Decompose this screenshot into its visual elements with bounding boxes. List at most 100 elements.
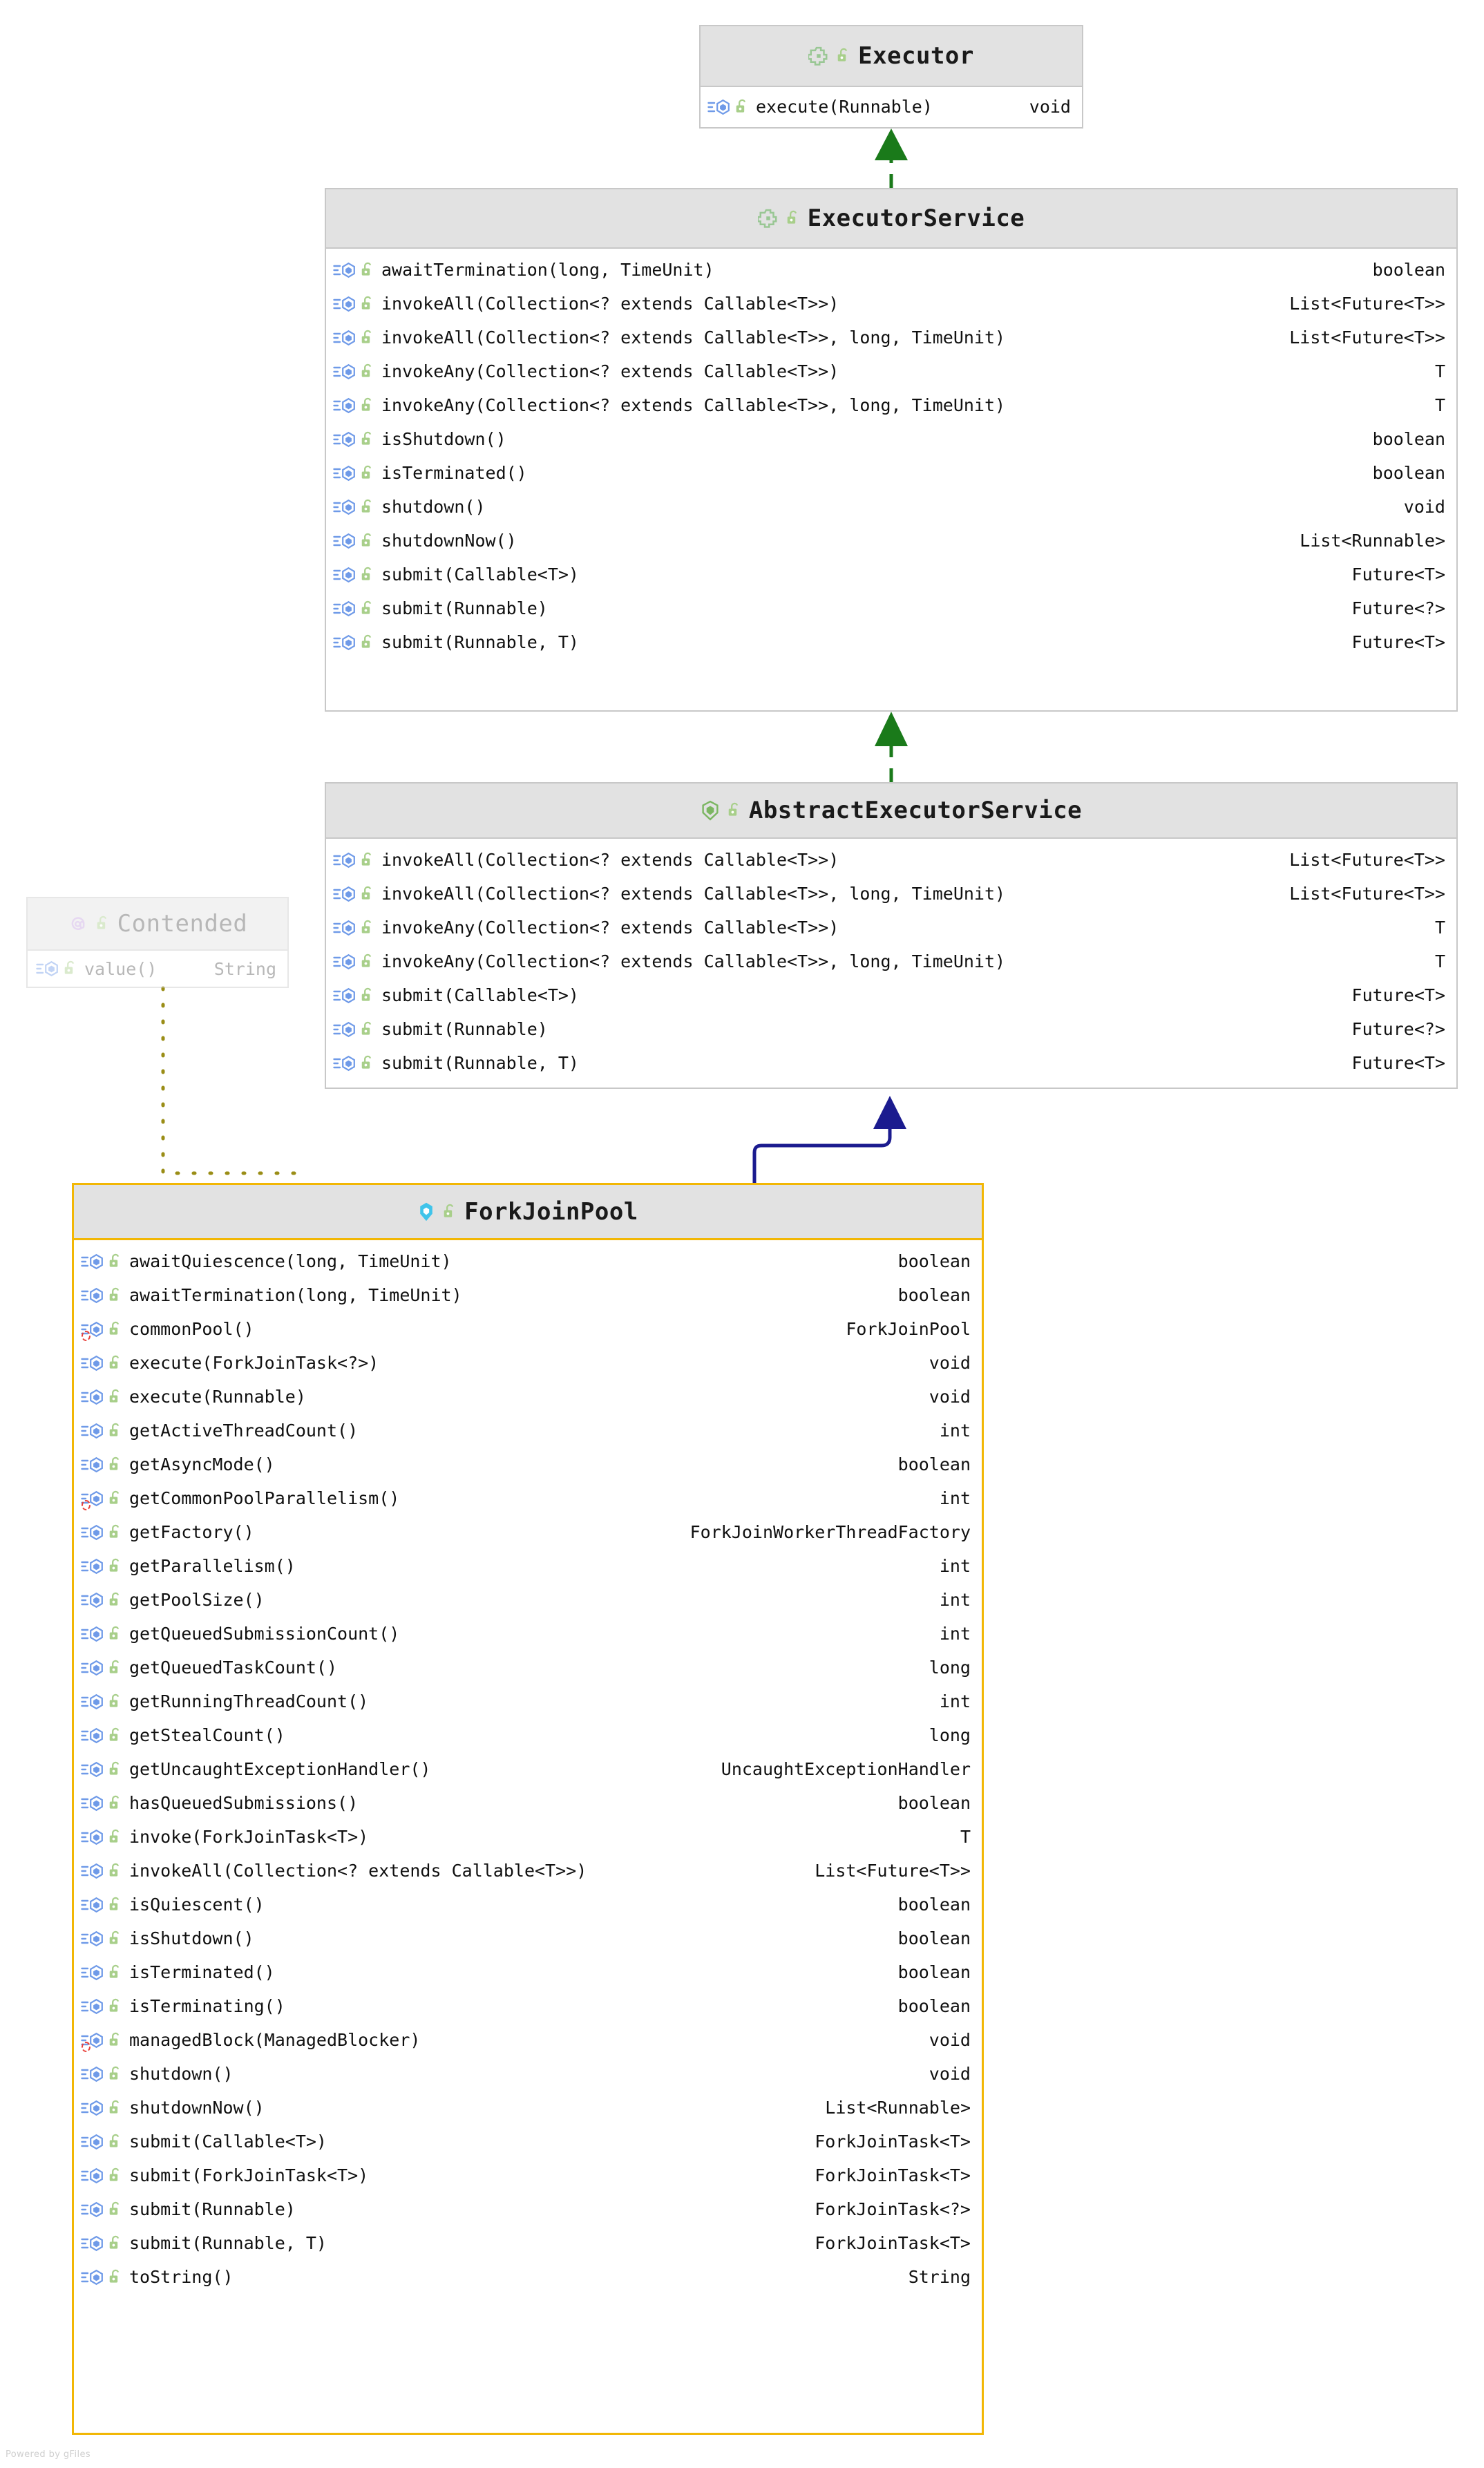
unlock-icon xyxy=(360,633,375,652)
member-row[interactable]: invokeAll(Collection<? extends Callable<… xyxy=(74,1854,982,1888)
member-return-type: int xyxy=(922,1590,971,1610)
member-row[interactable]: invoke(ForkJoinTask<T>)T xyxy=(74,1820,982,1854)
member-return-type: boolean xyxy=(880,1285,971,1305)
member-signature: getQueuedTaskCount() xyxy=(129,1658,337,1678)
member-row[interactable]: isTerminating()boolean xyxy=(74,1989,982,2023)
member-row[interactable]: value() String xyxy=(28,952,287,985)
member-signature: isTerminating() xyxy=(129,1996,285,2016)
member-row[interactable]: awaitTermination(long, TimeUnit)boolean xyxy=(326,253,1456,287)
member-row[interactable]: getQueuedSubmissionCount()int xyxy=(74,1617,982,1651)
member-icons xyxy=(333,599,375,618)
member-row[interactable]: getUncaughtExceptionHandler() UncaughtExc… xyxy=(74,1752,982,1786)
member-row[interactable]: invokeAny(Collection<? extends Callable<… xyxy=(326,354,1456,388)
member-icons xyxy=(81,1929,123,1948)
member-row[interactable]: submit(Runnable, T)Future<T> xyxy=(326,625,1456,659)
unlock-icon xyxy=(108,1252,123,1271)
member-return-type: UncaughtExceptionHandler xyxy=(703,1759,971,1779)
member-row[interactable]: getStealCount()long xyxy=(74,1718,982,1752)
member-row[interactable]: submit(Runnable)Future<?> xyxy=(326,591,1456,625)
static-marker-icon xyxy=(82,1331,91,1341)
method-icon xyxy=(81,2167,104,2185)
member-row[interactable]: isTerminated()boolean xyxy=(74,1955,982,1989)
member-signature: isShutdown() xyxy=(129,1928,254,1948)
unlock-icon xyxy=(108,1794,123,1813)
unlock-icon xyxy=(734,97,750,117)
class-box-contended[interactable]: Contended xyxy=(26,897,289,988)
unlock-icon xyxy=(360,884,375,904)
member-icons xyxy=(81,2234,123,2253)
member-return-type: void xyxy=(1386,497,1445,517)
member-row[interactable]: shutdownNow()List<Runnable> xyxy=(326,524,1456,558)
member-row[interactable]: commonPool()ForkJoinPool xyxy=(74,1312,982,1346)
member-icons xyxy=(81,2166,123,2185)
member-row[interactable]: shutdownNow()List<Runnable> xyxy=(74,2091,982,2125)
member-signature: commonPool() xyxy=(129,1319,254,1339)
member-row[interactable]: getFactory()ForkJoinWorkerThreadFactory xyxy=(74,1515,982,1549)
member-row[interactable]: toString()String xyxy=(74,2260,982,2294)
member-row[interactable]: awaitQuiescence(long, TimeUnit)boolean xyxy=(74,1244,982,1278)
member-row[interactable]: shutdown()void xyxy=(326,490,1456,524)
member-row[interactable]: submit(Runnable, T)Future<T> xyxy=(326,1046,1456,1080)
member-row[interactable]: invokeAll(Collection<? extends Callable<… xyxy=(326,877,1456,911)
unlock-icon xyxy=(108,1387,123,1407)
members-forkjoinpool: awaitQuiescence(long, TimeUnit)booleanaw… xyxy=(74,1240,982,2298)
member-row[interactable]: invokeAll(Collection<? extends Callable<… xyxy=(326,843,1456,877)
member-row[interactable]: getParallelism()int xyxy=(74,1549,982,1583)
member-row[interactable]: invokeAll(Collection<? extends Callable<… xyxy=(326,287,1456,321)
member-row[interactable]: submit(Runnable)Future<?> xyxy=(326,1012,1456,1046)
member-signature: getAsyncMode() xyxy=(129,1454,275,1474)
member-row[interactable]: isTerminated()boolean xyxy=(326,456,1456,490)
class-box-abstractexecutorservice[interactable]: AbstractExecutorService invokeAll(Collec… xyxy=(325,782,1458,1089)
class-header-contended: Contended xyxy=(28,898,287,951)
member-icons xyxy=(81,1557,123,1576)
method-icon xyxy=(81,1422,104,1440)
member-row[interactable]: execute(ForkJoinTask<?>)void xyxy=(74,1346,982,1380)
member-row[interactable]: getQueuedTaskCount()long xyxy=(74,1651,982,1684)
method-icon xyxy=(81,1760,104,1778)
class-box-executorservice[interactable]: ExecutorService awaitTermination(long, T… xyxy=(325,188,1458,712)
class-box-forkjoinpool[interactable]: ForkJoinPool awaitQuiescence(long, TimeU… xyxy=(72,1183,984,2435)
member-row[interactable]: submit(Runnable)ForkJoinTask<?> xyxy=(74,2192,982,2226)
member-row[interactable]: invokeAny(Collection<? extends Callable<… xyxy=(326,911,1456,945)
member-row[interactable]: managedBlock(ManagedBlocker)void xyxy=(74,2023,982,2057)
member-row[interactable]: submit(Callable<T>)ForkJoinTask<T> xyxy=(74,2125,982,2158)
member-return-type: String xyxy=(204,959,276,979)
member-row[interactable]: getRunningThreadCount()int xyxy=(74,1684,982,1718)
member-signature: getUncaughtExceptionHandler() xyxy=(129,1759,431,1779)
member-row[interactable]: isShutdown()boolean xyxy=(74,1921,982,1955)
member-row[interactable]: submit(ForkJoinTask<T>)ForkJoinTask<T> xyxy=(74,2158,982,2192)
class-name-contended: Contended xyxy=(117,910,248,938)
member-row[interactable]: invokeAll(Collection<? extends Callable<… xyxy=(326,321,1456,354)
method-icon xyxy=(333,532,356,550)
member-icons xyxy=(333,497,375,517)
member-row[interactable]: invokeAny(Collection<? extends Callable<… xyxy=(326,388,1456,422)
member-icons xyxy=(81,1320,123,1339)
unlock-icon xyxy=(108,2132,123,2152)
member-row[interactable]: execute(Runnable) void xyxy=(701,90,1082,124)
member-icons xyxy=(81,1286,123,1305)
member-row[interactable]: submit(Callable<T>)Future<T> xyxy=(326,558,1456,591)
member-return-type: T xyxy=(1417,361,1445,381)
member-row[interactable]: getActiveThreadCount()int xyxy=(74,1414,982,1447)
member-row[interactable]: invokeAny(Collection<? extends Callable<… xyxy=(326,945,1456,978)
member-return-type: ForkJoinTask<?> xyxy=(797,2199,971,2219)
method-icon xyxy=(333,261,356,279)
class-header-executor: Executor xyxy=(701,26,1082,87)
member-row[interactable]: getAsyncMode()boolean xyxy=(74,1447,982,1481)
member-row[interactable]: isQuiescent()boolean xyxy=(74,1888,982,1921)
member-icons xyxy=(333,633,375,652)
member-row[interactable]: submit(Runnable, T)ForkJoinTask<T> xyxy=(74,2226,982,2260)
unlock-icon xyxy=(108,1557,123,1576)
member-return-type: ForkJoinTask<T> xyxy=(797,2165,971,2185)
member-icons xyxy=(81,2268,123,2287)
member-row[interactable]: getPoolSize()int xyxy=(74,1583,982,1617)
class-box-executor[interactable]: Executor xyxy=(699,25,1083,129)
member-row[interactable]: hasQueuedSubmissions()boolean xyxy=(74,1786,982,1820)
member-row[interactable]: awaitTermination(long, TimeUnit)boolean xyxy=(74,1278,982,1312)
member-row[interactable]: submit(Callable<T>)Future<T> xyxy=(326,978,1456,1012)
member-icons xyxy=(81,1726,123,1745)
member-row[interactable]: isShutdown()boolean xyxy=(326,422,1456,456)
member-row[interactable]: shutdown()void xyxy=(74,2057,982,2091)
member-row[interactable]: execute(Runnable)void xyxy=(74,1380,982,1414)
member-row[interactable]: getCommonPoolParallelism()int xyxy=(74,1481,982,1515)
